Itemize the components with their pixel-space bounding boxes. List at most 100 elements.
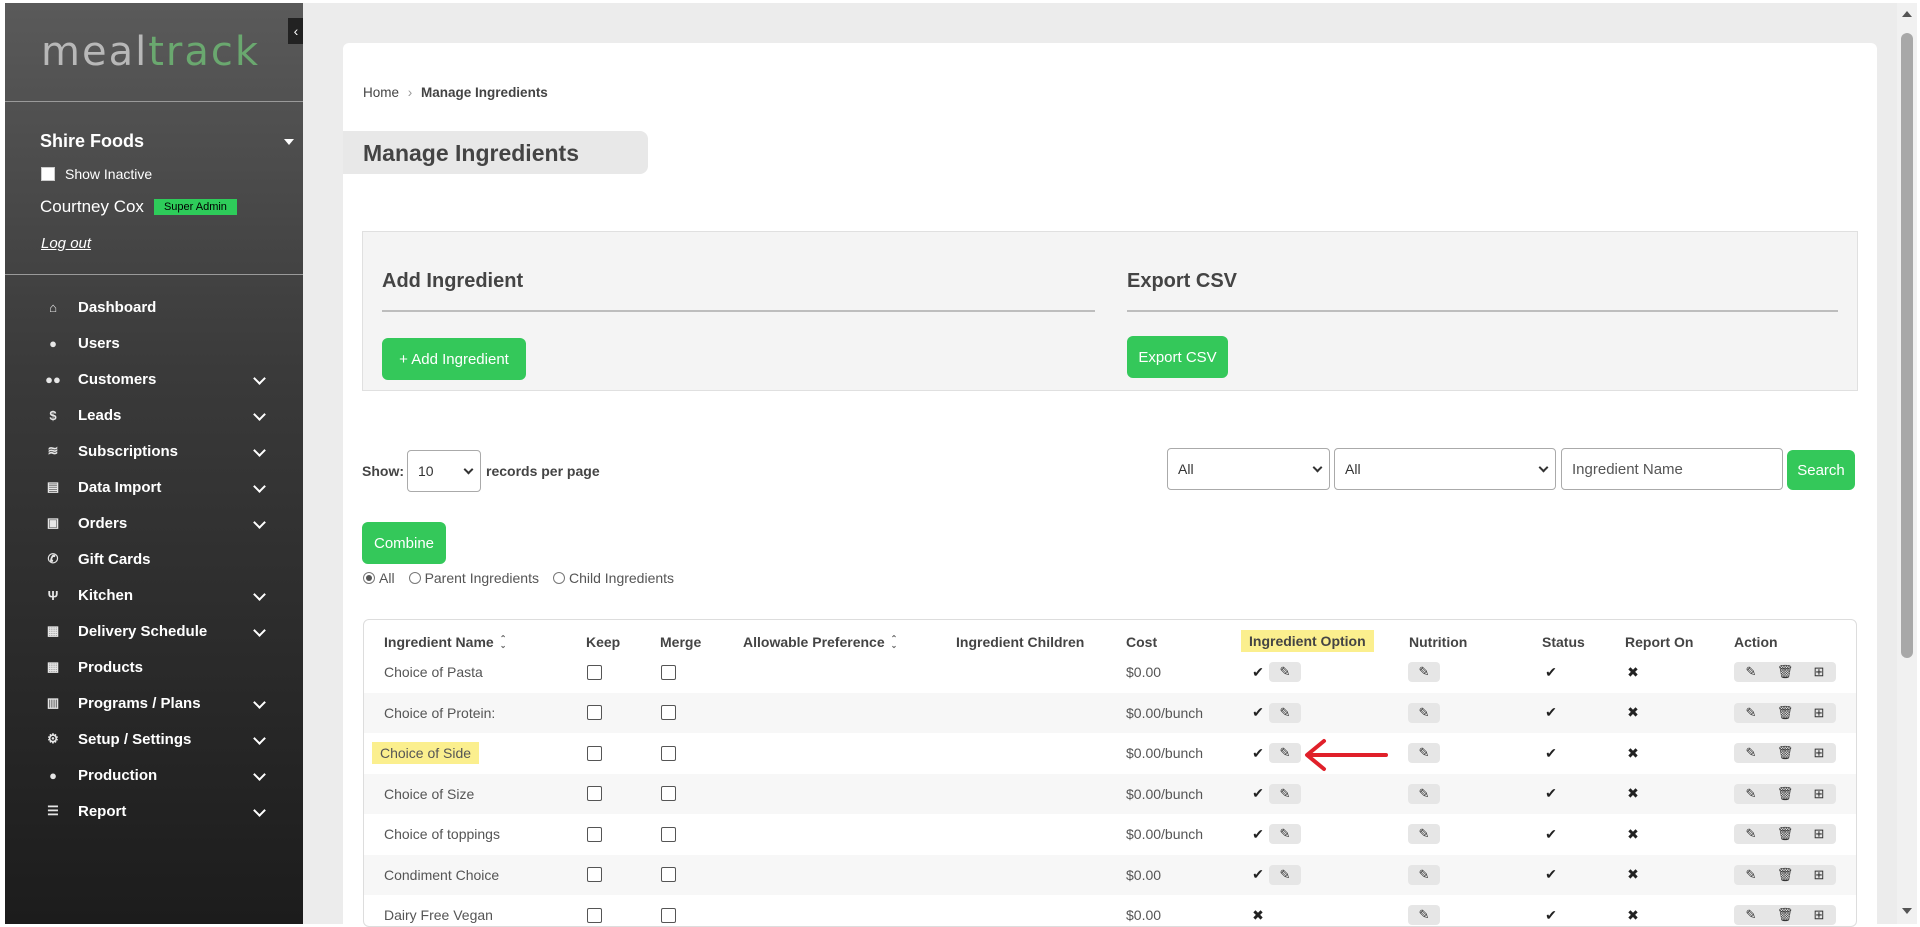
delete-button[interactable]: 🗑 bbox=[1768, 784, 1802, 804]
delete-button[interactable]: 🗑 bbox=[1768, 905, 1802, 925]
filter-select-2[interactable]: All bbox=[1334, 448, 1556, 490]
page-scrollbar[interactable] bbox=[1897, 3, 1917, 924]
radio-all[interactable]: All bbox=[363, 570, 395, 586]
breadcrumb-home[interactable]: Home bbox=[363, 85, 399, 100]
chevron-down-icon[interactable] bbox=[253, 516, 266, 529]
delete-button[interactable]: 🗑 bbox=[1768, 703, 1802, 723]
sidebar-item-gift-cards[interactable]: ✆ Gift Cards bbox=[5, 541, 303, 577]
edit-nutrition-button[interactable]: ✎ bbox=[1408, 702, 1440, 723]
ingredient-name[interactable]: Choice of Pasta bbox=[384, 664, 483, 680]
header-allowable-preference[interactable]: Allowable Preference ⌃ ⌄ bbox=[743, 634, 897, 650]
add-ingredient-button[interactable]: + Add Ingredient bbox=[382, 338, 526, 380]
keep-checkbox[interactable] bbox=[587, 867, 602, 882]
merge-checkbox[interactable] bbox=[661, 907, 676, 923]
ingredient-name[interactable]: Choice of Protein: bbox=[384, 705, 495, 721]
edit-button[interactable]: ✎ bbox=[1734, 662, 1768, 682]
sort-icon[interactable]: ⌃ ⌄ bbox=[500, 635, 507, 650]
sidebar-item-subscriptions[interactable]: ≋ Subscriptions bbox=[5, 433, 303, 469]
filter-select-1[interactable]: All bbox=[1167, 448, 1330, 490]
sort-icon[interactable]: ⌃ ⌄ bbox=[891, 635, 898, 650]
edit-button[interactable]: ✎ bbox=[1734, 905, 1768, 925]
edit-button[interactable]: ✎ bbox=[1734, 703, 1768, 723]
edit-button[interactable]: ✎ bbox=[1734, 824, 1768, 844]
scrollbar-thumb[interactable] bbox=[1901, 33, 1913, 658]
radio-parent-ingredients[interactable]: Parent Ingredients bbox=[408, 570, 539, 586]
hierarchy-button[interactable]: ⊞ bbox=[1802, 703, 1836, 723]
ingredient-name[interactable]: Choice of Size bbox=[384, 786, 474, 802]
chevron-down-icon[interactable] bbox=[253, 444, 266, 457]
radio-button[interactable] bbox=[408, 572, 421, 584]
edit-option-button[interactable]: ✎ bbox=[1269, 824, 1301, 844]
chevron-down-icon[interactable] bbox=[253, 480, 266, 493]
ingredient-name[interactable]: Condiment Choice bbox=[384, 867, 499, 883]
header-ingredient-name[interactable]: Ingredient Name ⌃ ⌄ bbox=[384, 634, 506, 650]
delete-button[interactable]: 🗑 bbox=[1768, 865, 1802, 885]
export-csv-button[interactable]: Export CSV bbox=[1127, 336, 1228, 378]
search-button[interactable]: Search bbox=[1787, 450, 1855, 490]
edit-option-button[interactable]: ✎ bbox=[1269, 783, 1301, 804]
sidebar-item-setup-settings[interactable]: ⚙ Setup / Settings bbox=[5, 721, 303, 757]
edit-nutrition-button[interactable]: ✎ bbox=[1408, 824, 1440, 844]
chevron-down-icon[interactable] bbox=[253, 624, 266, 637]
edit-option-button[interactable]: ✎ bbox=[1269, 662, 1301, 682]
edit-button[interactable]: ✎ bbox=[1734, 865, 1768, 885]
edit-option-button[interactable]: ✎ bbox=[1269, 702, 1301, 723]
edit-nutrition-button[interactable]: ✎ bbox=[1408, 743, 1440, 763]
hierarchy-button[interactable]: ⊞ bbox=[1802, 824, 1836, 844]
delete-button[interactable]: 🗑 bbox=[1768, 662, 1802, 682]
edit-button[interactable]: ✎ bbox=[1734, 743, 1768, 763]
show-inactive-toggle[interactable]: Show Inactive bbox=[41, 166, 152, 182]
sidebar-item-products[interactable]: ▦ Products bbox=[5, 649, 303, 685]
sidebar-item-users[interactable]: ● Users bbox=[5, 325, 303, 361]
records-per-page-select[interactable]: 10 bbox=[407, 450, 481, 492]
sidebar-item-production[interactable]: ● Production bbox=[5, 757, 303, 793]
edit-nutrition-button[interactable]: ✎ bbox=[1408, 864, 1440, 885]
hierarchy-button[interactable]: ⊞ bbox=[1802, 865, 1836, 885]
sidebar-item-data-import[interactable]: ▤ Data Import bbox=[5, 469, 303, 505]
radio-button[interactable] bbox=[552, 572, 565, 584]
caret-down-icon[interactable] bbox=[284, 139, 294, 145]
keep-checkbox[interactable] bbox=[587, 907, 602, 923]
edit-option-button[interactable]: ✎ bbox=[1269, 864, 1301, 885]
ingredient-name[interactable]: Dairy Free Vegan bbox=[384, 907, 493, 923]
combine-button[interactable]: Combine bbox=[362, 522, 446, 564]
radio-button[interactable] bbox=[363, 572, 375, 584]
chevron-down-icon[interactable] bbox=[253, 804, 266, 817]
edit-nutrition-button[interactable]: ✎ bbox=[1408, 905, 1440, 925]
sidebar-item-delivery-schedule[interactable]: ▦ Delivery Schedule bbox=[5, 613, 303, 649]
keep-checkbox[interactable] bbox=[587, 826, 602, 842]
scroll-up-arrow-icon[interactable] bbox=[1902, 11, 1912, 17]
radio-child-ingredients[interactable]: Child Ingredients bbox=[552, 570, 674, 586]
merge-checkbox[interactable] bbox=[661, 826, 676, 842]
merge-checkbox[interactable] bbox=[661, 664, 676, 680]
keep-checkbox[interactable] bbox=[587, 745, 602, 761]
keep-checkbox[interactable] bbox=[587, 664, 602, 680]
show-inactive-checkbox[interactable] bbox=[41, 167, 55, 181]
hierarchy-button[interactable]: ⊞ bbox=[1802, 662, 1836, 682]
sidebar-item-kitchen[interactable]: Ψ Kitchen bbox=[5, 577, 303, 613]
chevron-down-icon[interactable] bbox=[253, 732, 266, 745]
chevron-down-icon[interactable] bbox=[253, 408, 266, 421]
sidebar-item-orders[interactable]: ▣ Orders bbox=[5, 505, 303, 541]
sidebar-item-leads[interactable]: $ Leads bbox=[5, 397, 303, 433]
edit-button[interactable]: ✎ bbox=[1734, 784, 1768, 804]
sidebar-item-report[interactable]: ☰ Report bbox=[5, 793, 303, 829]
merge-checkbox[interactable] bbox=[661, 786, 676, 801]
edit-option-button[interactable]: ✎ bbox=[1269, 743, 1301, 763]
sidebar-item-customers[interactable]: ●● Customers bbox=[5, 361, 303, 397]
merge-checkbox[interactable] bbox=[661, 867, 676, 882]
keep-checkbox[interactable] bbox=[587, 786, 602, 801]
chevron-down-icon[interactable] bbox=[253, 372, 266, 385]
sidebar-item-dashboard[interactable]: ⌂ Dashboard bbox=[5, 289, 303, 325]
ingredient-name-search-input[interactable]: Ingredient Name bbox=[1561, 448, 1783, 490]
ingredient-name[interactable]: Choice of toppings bbox=[384, 826, 500, 842]
delete-button[interactable]: 🗑 bbox=[1768, 824, 1802, 844]
scroll-down-arrow-icon[interactable] bbox=[1902, 908, 1912, 914]
merge-checkbox[interactable] bbox=[661, 705, 676, 720]
delete-button[interactable]: 🗑 bbox=[1768, 743, 1802, 763]
sidebar-item-programs-plans[interactable]: ▥ Programs / Plans bbox=[5, 685, 303, 721]
hierarchy-button[interactable]: ⊞ bbox=[1802, 743, 1836, 763]
edit-nutrition-button[interactable]: ✎ bbox=[1408, 783, 1440, 804]
keep-checkbox[interactable] bbox=[587, 705, 602, 720]
chevron-down-icon[interactable] bbox=[253, 588, 266, 601]
